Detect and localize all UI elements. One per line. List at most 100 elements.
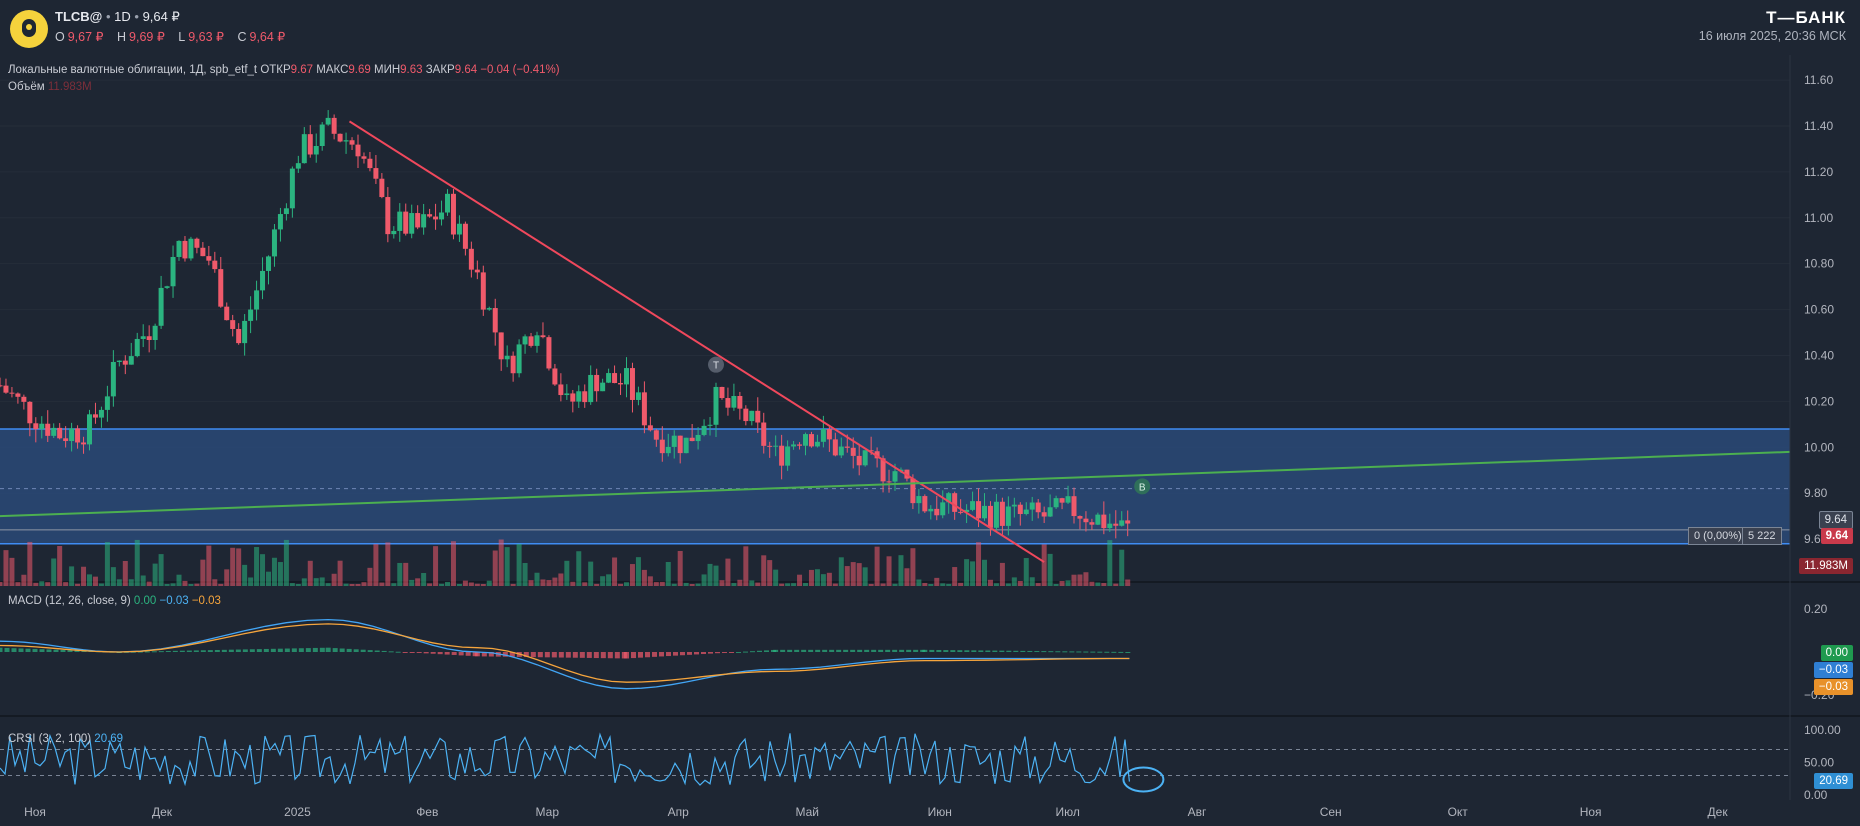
legend-close-value: 9.64 [454, 64, 478, 76]
macd-hist-bar [465, 652, 471, 656]
price-chart[interactable]: T B 11.60 11.40 11.20 11.00 10.80 10.60 … [0, 0, 1860, 826]
volume-bar [128, 579, 134, 586]
macd-hist-bar [186, 650, 192, 652]
crsi-legend[interactable]: CRSI (3, 2, 100) 20.69 [8, 733, 123, 745]
volume-bar [713, 565, 719, 586]
macd-hist-bar [551, 652, 557, 658]
crsi-tick: 0.00 [1804, 788, 1828, 802]
volume-bar [1005, 583, 1011, 586]
volume-bar [761, 555, 767, 586]
macd-hist-bar [1097, 651, 1103, 653]
candle-body [737, 395, 743, 409]
candle-body [486, 308, 492, 310]
volume-bar [200, 559, 206, 586]
volume-bar [158, 554, 164, 586]
candle-body [987, 505, 993, 528]
macd-hist-bar [957, 650, 963, 652]
macd-hist-bar [430, 652, 436, 654]
volume-bar [361, 582, 367, 586]
candle-body [289, 168, 295, 209]
main-legend[interactable]: Локальные валютные облигации, 1Д, spb_et… [8, 64, 560, 76]
volume-bar [510, 583, 516, 586]
volume-bar [1107, 540, 1113, 586]
macd-hist-bar [402, 652, 408, 653]
volume-bar [415, 578, 421, 586]
volume-bar [749, 580, 755, 586]
candle-body [51, 427, 57, 436]
volume-bar [1059, 580, 1065, 586]
macd-hist-bar [743, 651, 748, 653]
crsi-tick: 50.00 [1804, 756, 1834, 770]
volume-legend[interactable]: Объём 11.983M [8, 81, 92, 93]
macd-hist-bar [32, 648, 38, 652]
marker-b-icon: B [1134, 478, 1151, 495]
candle-body [671, 435, 677, 447]
candle-body [439, 212, 445, 220]
macd-hist-bar [214, 649, 220, 652]
volume-bar [528, 580, 534, 586]
volume-bar [838, 557, 844, 586]
volume-bar [874, 546, 880, 586]
candle-body [1077, 516, 1083, 519]
candle-body [814, 441, 820, 447]
volume-bar [271, 557, 277, 586]
volume-bar [1065, 580, 1071, 586]
candle-body [677, 435, 683, 454]
volume-bar [814, 569, 820, 586]
candle-body [844, 446, 850, 448]
volume-bar [868, 583, 874, 586]
candle-body [164, 286, 170, 288]
candle-body [1023, 509, 1029, 515]
volume-bar [9, 557, 15, 586]
candle-body [355, 144, 361, 157]
macd-hist-bar [815, 649, 821, 652]
candle-body [1119, 520, 1125, 526]
macd-hist-bar [645, 652, 650, 658]
volume-bar [421, 572, 427, 586]
candle-body [57, 427, 63, 439]
volume-bar [612, 557, 618, 586]
volume-bar [75, 583, 81, 586]
volume-bar [934, 577, 940, 586]
macd-hist-bar [228, 649, 234, 652]
macd-hist-bar [992, 650, 998, 652]
time-tick: 2025 [284, 805, 311, 819]
macd-hist-bar [794, 649, 800, 652]
macd-line [0, 618, 1130, 690]
volume-bar [295, 583, 301, 586]
macd-hist-bar [1048, 651, 1054, 653]
volume-bar [594, 583, 600, 586]
macd-legend[interactable]: MACD (12, 26, close, 9) 0.00 −0.03 −0.03 [8, 595, 221, 607]
volume-bar [325, 583, 331, 586]
macd-hist-bar [0, 647, 3, 652]
candle-body [116, 360, 122, 362]
macd-hist-bar [18, 648, 24, 652]
volume-bar [1071, 574, 1077, 586]
candle-body [92, 414, 98, 418]
candle-body [325, 117, 331, 125]
candle-body [313, 145, 319, 155]
macd-hist-bar [943, 650, 949, 652]
volume-bar [1035, 583, 1041, 586]
macd-hist-bar [808, 649, 814, 652]
volume-bar [92, 576, 98, 586]
macd-hist-bar [1104, 651, 1110, 653]
candle-body [934, 508, 940, 516]
time-tick: Сен [1320, 805, 1342, 819]
volume-bar [558, 573, 564, 586]
macd-hist-bar [722, 652, 727, 653]
candle-body [791, 444, 797, 447]
candle-body [283, 208, 289, 215]
volume-bar [27, 541, 33, 586]
candle-body [749, 410, 755, 422]
candle-body [474, 269, 480, 273]
macd-hist-bar [1076, 651, 1082, 653]
macd-tick: 0.20 [1804, 602, 1828, 616]
volume-bar [922, 582, 928, 586]
legend-change: −0.04 (−0.41%) [480, 64, 560, 76]
volume-bar [820, 574, 826, 586]
volume-bar [242, 564, 248, 586]
volume-bar [779, 583, 785, 586]
volume-bar [33, 582, 39, 586]
candle-body [838, 446, 844, 456]
